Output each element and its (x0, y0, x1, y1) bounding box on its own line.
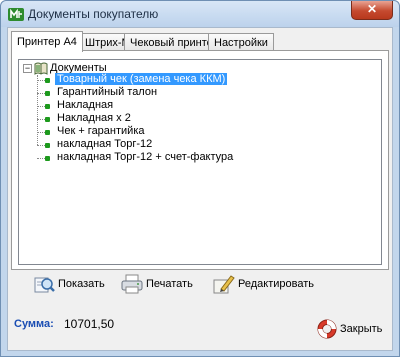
window-close-button[interactable]: ✕ (351, 1, 393, 20)
tree-item-label: накладная Торг-12 + счет-фактура (57, 151, 234, 163)
bullet-icon (45, 91, 50, 96)
app-logo-icon (8, 8, 24, 21)
lifebuoy-icon (317, 319, 337, 339)
sum-label: Сумма: (14, 318, 54, 330)
book-icon (34, 62, 48, 75)
print-button-label: Печатать (146, 278, 193, 290)
tab-printer-a4[interactable]: Принтер А4 (11, 31, 83, 52)
collapse-toggle[interactable]: − (23, 64, 32, 73)
tree-item-label: Накладная (57, 99, 114, 111)
tab-label: Чековый принтер (130, 37, 219, 49)
preview-icon (34, 277, 55, 293)
title-bar[interactable]: Документы покупателю ✕ (1, 1, 399, 27)
tree-connector (37, 75, 38, 145)
tab-panel-printer-a4: − Документы Товарный чек (замена чека КК… (11, 50, 389, 270)
window-title: Документы покупателю (28, 7, 159, 21)
edit-button[interactable]: Редактировать (212, 272, 314, 300)
print-button[interactable]: Печатать (120, 272, 193, 300)
edit-pen-icon (213, 275, 235, 294)
sum-value: 10701,50 (64, 317, 115, 331)
show-button-label: Показать (58, 278, 105, 290)
documents-tree[interactable]: − Документы Товарный чек (замена чека КК… (18, 59, 382, 265)
tree-item-label: Товарный чек (замена чека ККМ) (55, 73, 228, 85)
bullet-icon (45, 104, 50, 109)
main-window: Документы покупателю ✕ Принтер А4 Штрих-… (0, 0, 400, 357)
close-icon: ✕ (366, 2, 378, 16)
tab-label: Настройки (214, 37, 268, 49)
close-button-label: Закрыть (340, 323, 383, 335)
tree-item-label: Чек + гарантийка (57, 125, 145, 137)
printer-icon (121, 274, 143, 294)
bullet-icon (45, 130, 50, 135)
tree-item-label: Накладная х 2 (57, 112, 131, 124)
edit-button-label: Редактировать (238, 278, 314, 290)
tree-item-label: Гарантийный талон (57, 86, 158, 98)
bullet-icon (45, 143, 50, 148)
tab-label: Принтер А4 (17, 36, 77, 48)
tab-settings[interactable]: Настройки (208, 33, 274, 51)
minus-icon: − (24, 63, 31, 73)
bullet-icon (45, 78, 50, 83)
bullet-icon (45, 156, 50, 161)
bullet-icon (45, 117, 50, 122)
dialog-body: Принтер А4 Штрих-М Чековый принтер Настр… (7, 27, 393, 351)
show-button[interactable]: Показать (32, 272, 105, 300)
tree-item-label: накладная Торг-12 (57, 138, 153, 150)
